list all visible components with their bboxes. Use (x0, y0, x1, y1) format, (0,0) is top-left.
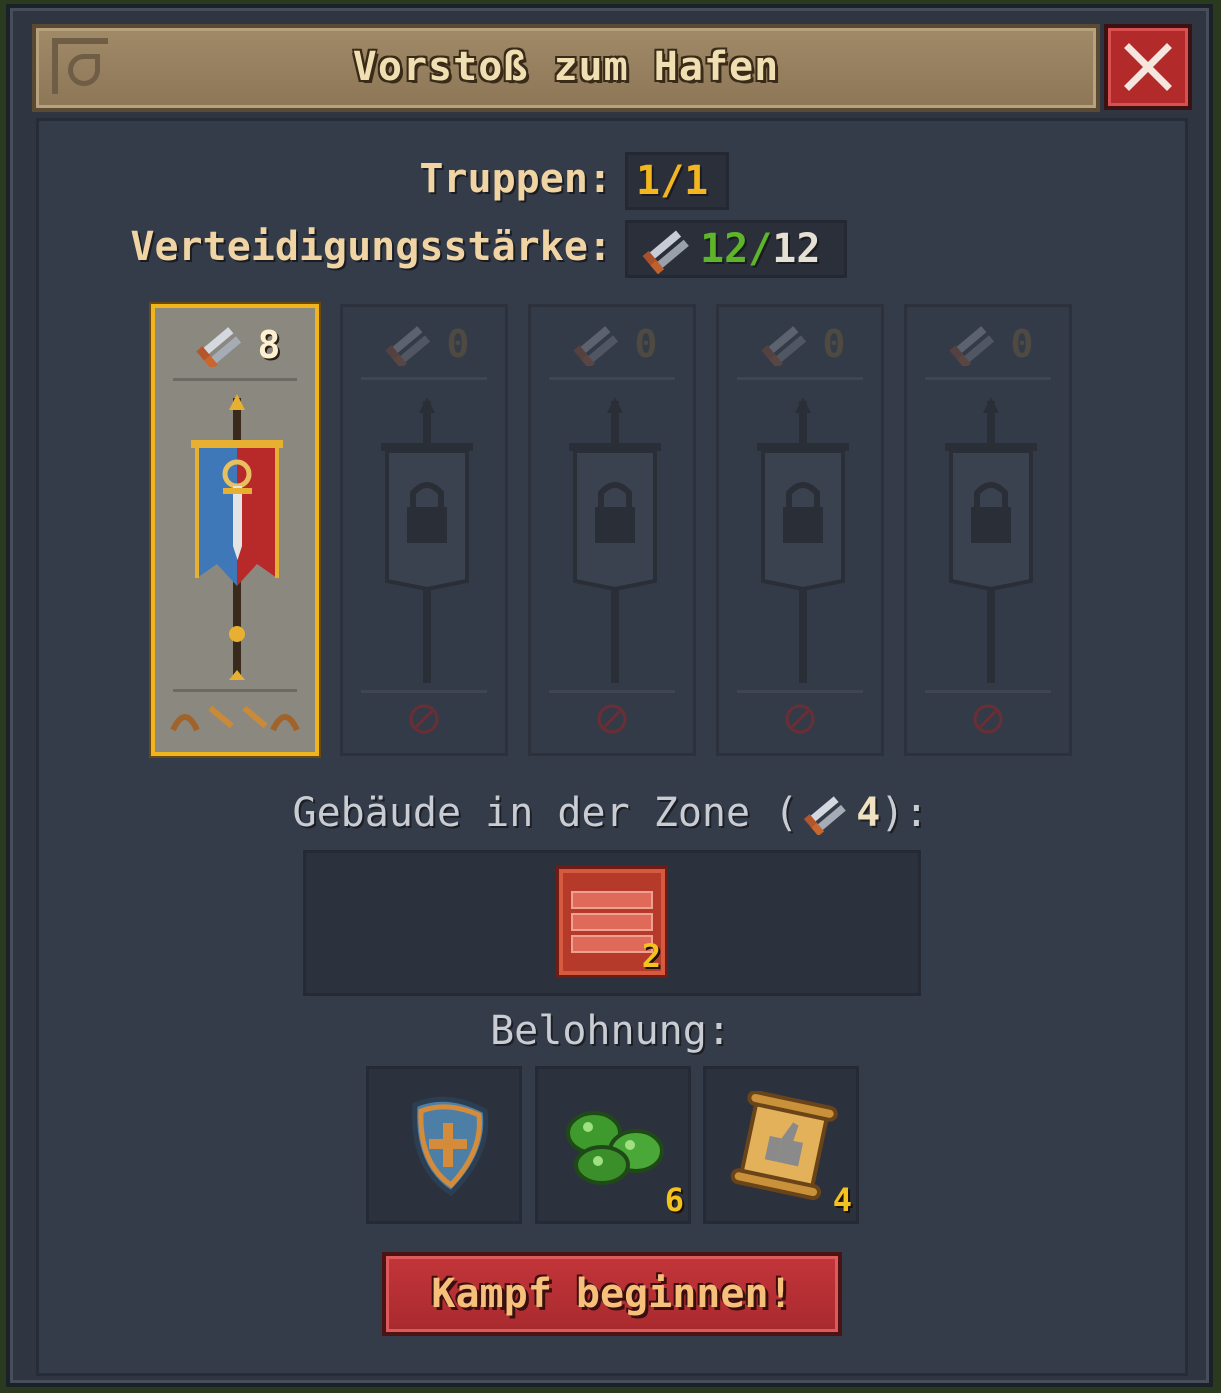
slot-power: 8 (155, 322, 315, 368)
lock-icon (945, 397, 1037, 683)
slot-power-value: 0 (822, 322, 846, 366)
slot-power: 0 (343, 321, 505, 367)
divider (925, 690, 1051, 693)
divider (549, 690, 675, 693)
title-bar: Vorstoß zum Hafen (32, 24, 1100, 112)
slot-power: 0 (907, 321, 1069, 367)
troops-label: Truppen: (419, 156, 612, 202)
zone-label-prefix: Gebäude in der Zone ( (292, 790, 799, 836)
troop-slot-3[interactable]: 0 (528, 304, 696, 756)
defense-value-box: 12 / 12 (625, 220, 847, 278)
troop-slot-4[interactable]: 0 (716, 304, 884, 756)
reward-count: 4 (832, 1181, 852, 1219)
scroll-icon (730, 1091, 838, 1201)
swords-icon (642, 230, 689, 274)
slot-units (155, 698, 315, 738)
lock-icon (569, 397, 661, 683)
reward-item-scroll[interactable]: 4 (703, 1066, 859, 1224)
divider (737, 690, 863, 693)
troop-slot-2[interactable]: 0 (340, 304, 508, 756)
slot-power: 0 (719, 321, 881, 367)
slot-units (719, 699, 881, 739)
start-battle-button[interactable]: Kampf beginnen! (382, 1252, 842, 1336)
dialog-title: Vorstoß zum Hafen (352, 44, 780, 90)
wall-building-icon[interactable]: 2 (556, 866, 668, 978)
empty-icon (973, 704, 1003, 734)
knight-banner-icon (191, 394, 283, 680)
swords-icon (804, 796, 847, 835)
slime-icon (566, 1111, 664, 1185)
divider (737, 377, 863, 380)
close-icon (1124, 43, 1172, 91)
divider (925, 377, 1051, 380)
lock-icon (381, 397, 473, 683)
divider (549, 377, 675, 380)
reward-count: 6 (664, 1181, 684, 1219)
defense-separator: / (748, 226, 773, 272)
zone-building-power: 4 (856, 790, 881, 836)
slot-units (531, 699, 693, 739)
slot-units (907, 699, 1069, 739)
defense-current: 12 (700, 226, 749, 272)
divider (173, 378, 297, 381)
close-button[interactable] (1104, 24, 1192, 110)
divider (173, 689, 297, 692)
building-count: 2 (641, 937, 661, 975)
slot-power: 0 (531, 321, 693, 367)
swords-icon (572, 326, 618, 366)
swords-icon (760, 326, 806, 366)
empty-icon (409, 704, 439, 734)
defense-label: Verteidigungsstärke: (130, 224, 612, 270)
divider (361, 377, 487, 380)
reward-label: Belohnung: (490, 1008, 731, 1054)
reward-item-shield[interactable] (366, 1066, 522, 1224)
empty-icon (785, 704, 815, 734)
troops-value: 1/1 (636, 158, 709, 204)
swords-icon (195, 327, 241, 367)
slot-power-value: 0 (1010, 322, 1034, 366)
divider (361, 690, 487, 693)
troop-slot-5[interactable]: 0 (904, 304, 1072, 756)
defense-max: 12 (772, 226, 821, 272)
zone-label-suffix: ): (880, 790, 929, 836)
lock-icon (757, 397, 849, 683)
slot-power-value: 8 (257, 323, 281, 367)
empty-icon (597, 704, 627, 734)
troops-value-box: 1/1 (625, 152, 729, 210)
troop-slot-1[interactable]: 8 (151, 304, 319, 756)
reward-item-slime[interactable]: 6 (535, 1066, 691, 1224)
weapons-icon (170, 705, 300, 732)
slot-units (343, 699, 505, 739)
slot-power-value: 0 (446, 322, 470, 366)
slot-power-value: 0 (634, 322, 658, 366)
shield-icon (412, 1096, 489, 1197)
swords-icon (384, 326, 430, 366)
swords-icon (948, 326, 994, 366)
zone-label: Gebäude in der Zone ( 4 ): (0, 790, 1221, 836)
